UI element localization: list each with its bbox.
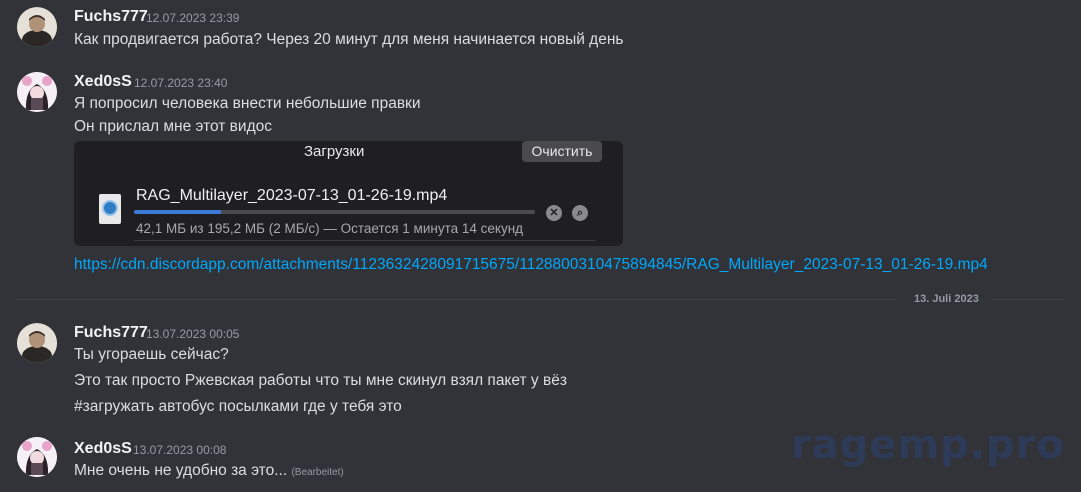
avatar[interactable] [17,323,57,363]
clear-button: Очистить [522,141,602,162]
downloads-title: Загрузки [304,143,365,160]
cancel-download-icon: ✕ [546,205,562,221]
timestamp: 13.07.2023 00:05 [146,327,240,341]
attachment-link[interactable]: https://cdn.discordapp.com/attachments/1… [74,256,988,274]
message-text: Я попросил человека внести небольшие пра… [74,95,421,112]
file-name: RAG_Multilayer_2023-07-13_01-26-19.mp4 [136,187,448,204]
divider [134,240,595,241]
message-text: Как продвигается работа? Через 20 минут … [74,31,624,48]
edited-label: (Bearbeitet) [291,467,344,478]
author-name[interactable]: Fuchs777 [74,8,148,26]
quicktime-file-icon [99,194,121,224]
magnifier-icon: ⌕ [572,205,588,221]
progress-fill [134,210,221,214]
watermark: ragemp.pro [791,422,1065,468]
message-text: Ты угораешь сейчас? [74,346,229,363]
timestamp: 13.07.2023 00:08 [133,443,227,457]
message-text-content: Мне очень не удобно за это... [74,462,288,479]
download-progress-bar [134,210,535,214]
date-divider-label: 13. Juli 2023 [914,293,979,305]
author-name[interactable]: Xed0sS [74,73,132,91]
author-name[interactable]: Xed0sS [74,440,132,458]
avatar[interactable] [17,72,57,112]
message-text: #загружать автобус посылками где у тебя … [74,398,402,415]
timestamp: 12.07.2023 23:40 [134,76,228,90]
message-text: Мне очень не удобно за это... (Bearbeite… [74,462,344,480]
avatar[interactable] [17,7,57,47]
author-name[interactable]: Fuchs777 [74,324,148,342]
message-text: Он прислал мне этот видос [74,118,272,135]
avatar[interactable] [17,437,57,477]
download-status: 42,1 МБ из 195,2 МБ (2 МБ/с) — Остается … [136,221,524,236]
date-divider-line [16,299,896,300]
download-panel-image[interactable]: Загрузки Очистить RAG_Multilayer_2023-07… [74,141,623,246]
date-divider-line [992,299,1064,300]
message-text: Это так просто Ржевская работы что ты мн… [74,372,567,389]
timestamp: 12.07.2023 23:39 [146,11,240,25]
